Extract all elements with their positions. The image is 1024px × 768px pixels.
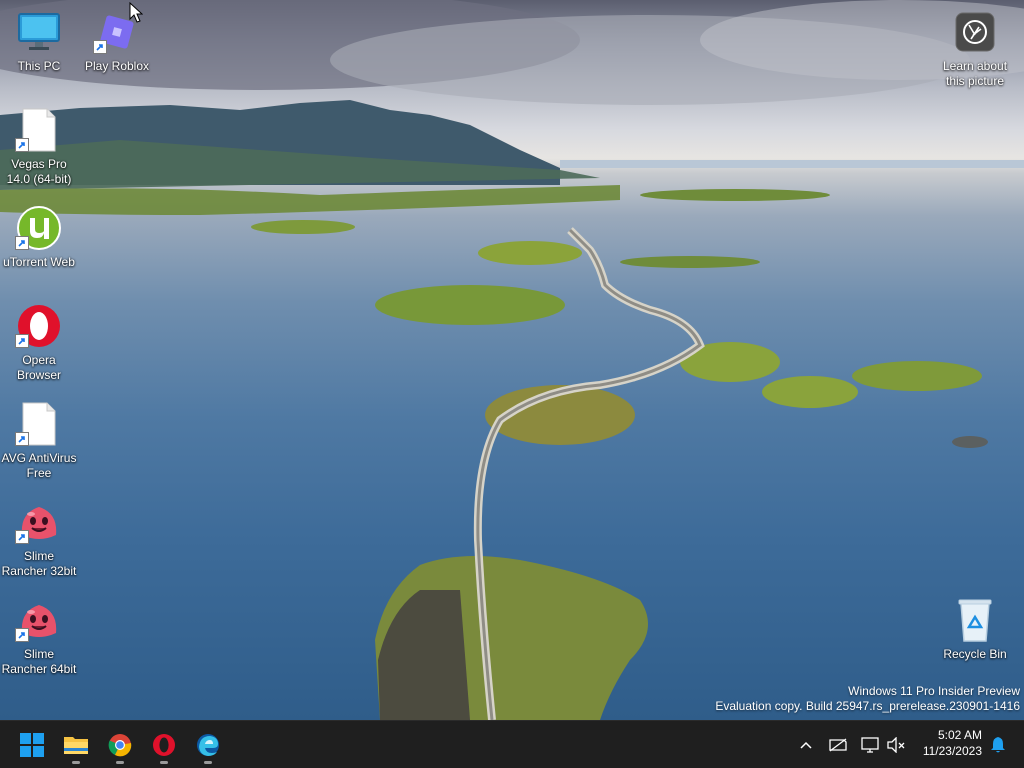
shortcut-arrow-icon: [93, 40, 107, 54]
file-explorer-icon: [64, 737, 88, 754]
computer-icon: [15, 8, 63, 56]
desktop-icon-slime-rancher-64bit[interactable]: Slime Rancher 64bit: [0, 596, 78, 677]
desktop-icon-label: AVG AntiVirus Free: [1, 451, 77, 480]
tray-network-button[interactable]: [826, 733, 850, 757]
desktop-icon-label: Slime Rancher 32bit: [1, 549, 77, 578]
taskbar: 5:02 AM 11/23/2023: [0, 720, 1024, 768]
wallpaper: [0, 0, 1024, 720]
bell-icon: [991, 737, 1005, 753]
file-icon: [15, 400, 63, 448]
desktop[interactable]: This PC Play Roblox Vegas Pro 14.0 (64-b…: [0, 0, 1024, 720]
desktop-icon-label: Opera Browser: [16, 353, 61, 382]
tray-display-button[interactable]: [858, 733, 882, 757]
watermark-build: Evaluation copy. Build 25947.rs_prerelea…: [715, 699, 1020, 713]
chrome-icon: [108, 734, 132, 757]
desktop-icon-learn-about-picture[interactable]: Learn about this picture: [936, 8, 1014, 89]
desktop-icon-utorrent-web[interactable]: uTorrent Web: [0, 204, 78, 270]
desktop-icon-label: Play Roblox: [84, 59, 150, 73]
shortcut-arrow-icon: [15, 334, 29, 348]
shortcut-arrow-icon: [15, 236, 29, 250]
shortcut-arrow-icon: [15, 628, 29, 642]
taskbar-edge[interactable]: [188, 725, 228, 765]
shortcut-arrow-icon: [15, 432, 29, 446]
desktop-icon-avg-antivirus[interactable]: AVG AntiVirus Free: [0, 400, 78, 481]
running-indicator: [160, 761, 168, 764]
volume-muted-icon: [887, 737, 905, 753]
desktop-icon-label: uTorrent Web: [3, 255, 75, 269]
evaluation-watermark: Windows 11 Pro Insider Preview Evaluatio…: [715, 684, 1020, 714]
notifications-button[interactable]: [986, 733, 1010, 757]
mouse-cursor-icon: [129, 2, 143, 23]
utorrent-icon: [15, 204, 63, 252]
opera-icon: [153, 734, 175, 756]
desktop-icon-label: Slime Rancher 64bit: [1, 647, 77, 676]
camera-icon: [951, 8, 999, 56]
desktop-icon-opera-browser[interactable]: Opera Browser: [0, 302, 78, 383]
watermark-edition: Windows 11 Pro Insider Preview: [848, 684, 1020, 698]
desktop-icon-play-roblox[interactable]: Play Roblox: [78, 8, 156, 74]
desktop-icon-label: Vegas Pro 14.0 (64-bit): [6, 157, 72, 186]
clock-time: 5:02 AM: [937, 728, 982, 742]
edge-icon: [197, 734, 219, 756]
taskbar-clock[interactable]: 5:02 AM 11/23/2023: [904, 727, 982, 759]
network-icon: [829, 738, 847, 752]
recycle-bin-icon: [951, 596, 999, 644]
running-indicator: [72, 761, 80, 764]
taskbar-opera[interactable]: [144, 725, 184, 765]
running-indicator: [116, 761, 124, 764]
shortcut-arrow-icon: [15, 530, 29, 544]
desktop-icon-label: This PC: [17, 59, 61, 73]
desktop-icon-slime-rancher-32bit[interactable]: Slime Rancher 32bit: [0, 498, 78, 579]
start-icon: [20, 733, 44, 757]
file-icon: [15, 106, 63, 154]
desktop-icon-recycle-bin[interactable]: Recycle Bin: [936, 596, 1014, 662]
running-indicator: [204, 761, 212, 764]
desktop-icon-label: Recycle Bin: [943, 647, 1007, 661]
taskbar-chrome[interactable]: [100, 725, 140, 765]
chevron-up-icon: [800, 741, 812, 749]
desktop-icon-vegas-pro[interactable]: Vegas Pro 14.0 (64-bit): [0, 106, 78, 187]
slime-icon: [15, 596, 63, 644]
show-hidden-icons-button[interactable]: [794, 733, 818, 757]
clock-date: 11/23/2023: [922, 744, 982, 758]
desktop-icon-this-pc[interactable]: This PC: [0, 8, 78, 74]
shortcut-arrow-icon: [15, 138, 29, 152]
opera-icon: [15, 302, 63, 350]
taskbar-file-explorer[interactable]: [56, 725, 96, 765]
start-button[interactable]: [12, 725, 52, 765]
slime-icon: [15, 498, 63, 546]
desktop-icon-label: Learn about this picture: [942, 59, 1008, 88]
monitor-icon: [861, 737, 879, 753]
